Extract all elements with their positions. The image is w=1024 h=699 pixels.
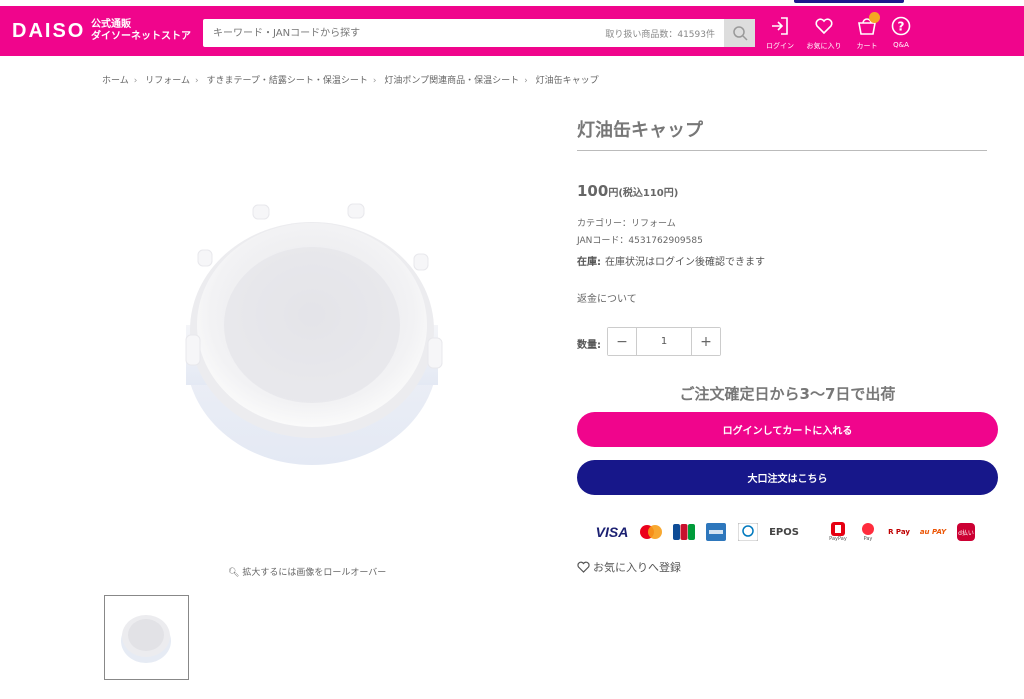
product-price: 100円(税込110円) bbox=[577, 181, 678, 200]
item-count: 取り扱い商品数：41593件 bbox=[605, 30, 715, 40]
quantity-label: 数量: bbox=[577, 340, 601, 351]
paypay-text: PayPay bbox=[829, 536, 847, 542]
quantity-input[interactable] bbox=[636, 328, 692, 355]
price-unit: 円 bbox=[608, 188, 619, 199]
rpay-text: R Pay bbox=[888, 528, 910, 536]
search-bar: 取り扱い商品数：41593件 bbox=[203, 19, 755, 47]
increase-button[interactable]: + bbox=[692, 328, 720, 355]
dbarai-logo: d払い bbox=[955, 522, 977, 542]
site-header: DAISO 公式通販 ダイソーネットストア 取り扱い商品数：41593件 ログイ… bbox=[0, 6, 1024, 56]
heart-outline-icon bbox=[577, 561, 590, 573]
product-thumbnail[interactable] bbox=[104, 595, 189, 680]
rpay-logo: R Pay bbox=[886, 522, 912, 542]
refund-link[interactable]: 返金について bbox=[577, 290, 637, 305]
visa-text: VISA bbox=[595, 524, 629, 540]
heart-icon bbox=[815, 18, 833, 35]
epos-logo: EPOS bbox=[767, 522, 801, 542]
stock-label: 在庫: bbox=[577, 257, 601, 268]
add-favorite-link[interactable]: お気に入りへ登録 bbox=[577, 559, 681, 575]
quantity-stepper: − + bbox=[607, 327, 721, 356]
price-tax: (税込110円) bbox=[618, 188, 679, 199]
favorites-link[interactable]: お気に入り bbox=[806, 16, 842, 51]
zoom-icon: 🔍︎ bbox=[228, 568, 240, 578]
chevron-right-icon: › bbox=[524, 76, 528, 86]
decrease-button[interactable]: − bbox=[608, 328, 636, 355]
breadcrumb-tape[interactable]: すきまテープ・結露シート・保温シート bbox=[206, 76, 367, 86]
logo-sub-line1: 公式通販 bbox=[91, 19, 131, 30]
login-link[interactable]: ログイン bbox=[762, 16, 798, 51]
title-divider bbox=[577, 150, 987, 151]
amex-logo bbox=[705, 522, 727, 542]
merpay-text: Pay bbox=[863, 536, 873, 542]
zoom-hint-text: 拡大するには画像をロールオーバー bbox=[242, 568, 387, 578]
search-icon bbox=[732, 26, 748, 41]
stock-value: 在庫状況はログイン後確認できます bbox=[605, 257, 765, 268]
product-jan: JANコード：4531762909585 bbox=[577, 236, 703, 246]
search-input[interactable] bbox=[203, 19, 603, 47]
logo-sub-line2: ダイソーネットストア bbox=[91, 31, 191, 42]
search-button[interactable] bbox=[724, 19, 755, 47]
add-to-cart-button[interactable]: ログインしてカートに入れる bbox=[577, 412, 998, 447]
logo-subtitle[interactable]: 公式通販 ダイソーネットストア bbox=[91, 19, 191, 43]
cap-image bbox=[185, 203, 443, 465]
help-link[interactable]: ? Q&A bbox=[883, 16, 919, 49]
product-main-image[interactable] bbox=[98, 130, 528, 550]
stock-status: 在庫: 在庫状況はログイン後確認できます bbox=[577, 253, 765, 268]
top-accent-bar bbox=[794, 0, 904, 3]
aupay-text: au PAY bbox=[919, 528, 947, 536]
favorites-label: お気に入り bbox=[806, 42, 842, 50]
help-label: Q&A bbox=[893, 41, 909, 49]
price-value: 100 bbox=[577, 182, 609, 200]
login-icon bbox=[772, 17, 788, 35]
shipping-info: ご注文確定日から3〜7日で出荷 bbox=[679, 385, 896, 403]
product-category: カテゴリー：リフォーム bbox=[577, 219, 676, 229]
daiso-logo[interactable]: DAISO bbox=[12, 20, 85, 43]
paypay-logo: PayPay bbox=[826, 522, 850, 542]
jcb-logo bbox=[672, 522, 696, 542]
merpay-logo: Pay bbox=[858, 522, 878, 542]
add-favorite-text: お気に入りへ登録 bbox=[593, 561, 681, 574]
chevron-right-icon: › bbox=[372, 76, 377, 86]
zoom-hint: 🔍︎ 拡大するには画像をロールオーバー bbox=[228, 565, 386, 578]
cart-link[interactable]: カート bbox=[849, 12, 885, 51]
thumbnail-cap-image bbox=[121, 615, 171, 663]
cart-label: カート bbox=[856, 42, 878, 50]
epos-text: EPOS bbox=[769, 526, 799, 538]
visa-logo: VISA bbox=[595, 522, 629, 542]
breadcrumb-pump[interactable]: 灯油ポンプ関連商品・保温シート bbox=[384, 76, 519, 86]
dbarai-text: d払い bbox=[957, 523, 975, 541]
mastercard-logo bbox=[638, 522, 664, 542]
aupay-logo: au PAY bbox=[918, 522, 948, 542]
chevron-right-icon: › bbox=[133, 76, 138, 86]
svg-text:?: ? bbox=[898, 20, 905, 34]
breadcrumb-home[interactable]: ホーム bbox=[102, 76, 129, 86]
chevron-right-icon: › bbox=[194, 76, 199, 86]
product-title: 灯油缶キャップ bbox=[577, 120, 703, 141]
bulk-order-button[interactable]: 大口注文はこちら bbox=[577, 460, 998, 495]
cart-badge bbox=[869, 12, 880, 23]
diners-logo bbox=[737, 522, 759, 542]
help-icon: ? bbox=[891, 16, 911, 36]
breadcrumb: ホーム › リフォーム › すきまテープ・結露シート・保温シート › 灯油ポンプ関連商… bbox=[102, 73, 604, 86]
login-label: ログイン bbox=[766, 42, 794, 50]
breadcrumb-reform[interactable]: リフォーム bbox=[145, 76, 190, 86]
breadcrumb-current: 灯油缶キャップ bbox=[535, 76, 599, 86]
